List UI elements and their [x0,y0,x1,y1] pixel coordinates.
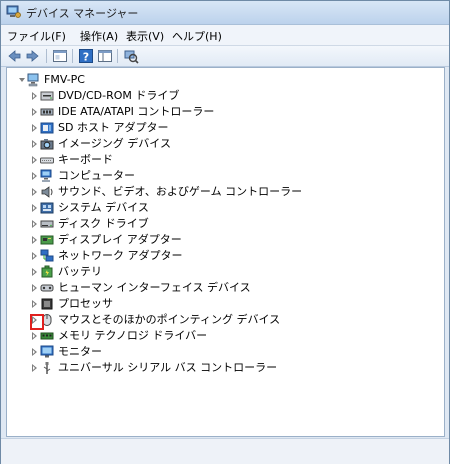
speaker-icon [41,186,53,198]
expand-arrow-icon[interactable] [32,188,37,196]
tree-item-label: システム デバイス [58,201,149,214]
menu-file[interactable]: ファイル(F) [7,28,66,44]
tree-item-row[interactable]: ネットワーク アダプター [7,248,442,264]
tree-item-row[interactable]: マウスとそのほかのポインティング デバイス [7,312,442,328]
display-adapter-icon [40,235,54,245]
tree-item-label: サウンド、ビデオ、およびゲーム コントローラー [58,185,303,198]
status-bar [1,438,449,464]
toolbar-separator [117,49,118,63]
network-adapter-icon [40,249,54,262]
computer-icon [27,73,39,87]
expand-arrow-icon[interactable] [32,252,37,260]
menu-view[interactable]: 表示(V) [126,28,164,44]
tree-root-label: FMV-PC [44,73,85,86]
system-device-icon [40,202,54,214]
tree-item-label: ユニバーサル シリアル バス コントローラー [58,361,278,374]
camera-icon [40,139,54,150]
expand-arrow-icon[interactable] [32,284,37,292]
tree-item-label: コンピューター [58,169,135,182]
tree-item-label: SD ホスト アダプター [58,121,169,134]
expand-arrow-icon[interactable] [32,268,37,276]
ide-controller-icon [40,108,54,116]
expand-arrow-icon[interactable] [32,140,37,148]
menu-bar: ファイル(F) 操作(A) 表示(V) ヘルプ(H) [1,25,449,46]
battery-icon [41,265,53,278]
menu-help[interactable]: ヘルプ(H) [172,28,222,44]
expand-arrow-icon[interactable] [32,236,37,244]
tree-item-row[interactable]: SD ホスト アダプター [7,120,442,136]
tree-item-label: メモリ テクノロジ ドライバー [58,329,208,342]
expand-arrow-icon[interactable] [32,92,37,100]
expand-arrow-icon[interactable] [32,364,37,372]
tree-item-label: DVD/CD-ROM ドライブ [58,89,180,102]
tree-item-label: ディスプレイ アダプター [58,233,182,246]
highlight-box [30,314,44,330]
expand-arrow-icon[interactable] [32,108,37,116]
tree-item-label: キーボード [58,153,113,166]
memory-icon [40,332,54,340]
expand-arrow-icon[interactable] [32,204,37,212]
title-bar: デバイス マネージャー [1,1,449,25]
device-tree-pane: FMV-PC DVD/CD-ROM ドライブ IDE ATA/ATAPI コントロ… [6,67,445,437]
svg-text:?: ? [83,51,89,64]
tree-item-row[interactable]: バッテリ [7,264,442,280]
expand-arrow-icon[interactable] [32,348,37,356]
tree-item-label: プロセッサ [58,297,113,310]
scan-hardware-icon[interactable] [123,48,139,64]
console-tree-icon[interactable] [97,48,113,64]
expand-arrow-icon[interactable] [32,124,37,132]
tree-item-label: ディスク ドライブ [58,217,149,230]
tree-item-label: IDE ATA/ATAPI コントローラー [58,105,215,118]
tree-item-label: バッテリ [58,265,102,278]
tree-item-row[interactable]: システム デバイス [7,200,442,216]
tree-item-row[interactable]: コンピューター [7,168,442,184]
tree-item-label: モニター [58,345,102,358]
monitor-icon [40,345,54,358]
expand-arrow-icon[interactable] [32,172,37,180]
window-title: デバイス マネージャー [26,7,139,20]
toolbar: ? [1,46,449,67]
tree-item-row[interactable]: プロセッサ [7,296,442,312]
expand-arrow-icon[interactable] [32,300,37,308]
expand-arrow-icon[interactable] [32,332,37,340]
tree-item-row[interactable]: ディスク ドライブ [7,216,442,232]
expand-arrow-icon[interactable] [32,220,37,228]
processor-icon [41,298,53,310]
computer-icon [40,169,52,182]
menu-action[interactable]: 操作(A) [80,28,118,44]
forward-button-icon[interactable] [25,48,41,64]
usb-icon [43,362,51,374]
tree-item-row[interactable]: DVD/CD-ROM ドライブ [7,88,442,104]
properties-window-icon[interactable] [52,48,68,64]
tree-item-label: ヒューマン インターフェイス デバイス [58,281,251,294]
hid-icon [40,284,54,292]
tree-item-row[interactable]: モニター [7,344,442,360]
device-manager-window: デバイス マネージャー ファイル(F) 操作(A) 表示(V) ヘルプ(H) ? [0,0,450,464]
tree-root-row[interactable]: FMV-PC [7,72,442,88]
toolbar-separator [72,49,73,63]
tree-item-row[interactable]: イメージング デバイス [7,136,442,152]
tree-item-row[interactable]: ユニバーサル シリアル バス コントローラー [7,360,442,376]
optical-drive-icon [40,91,54,101]
sd-host-icon [40,122,54,134]
tree-item-row[interactable]: ディスプレイ アダプター [7,232,442,248]
device-manager-icon [6,5,21,18]
tree-item-row[interactable]: サウンド、ビデオ、およびゲーム コントローラー [7,184,442,200]
tree-item-row[interactable]: ヒューマン インターフェイス デバイス [7,280,442,296]
tree-item-label: イメージング デバイス [58,137,171,150]
disk-drive-icon [40,220,54,228]
back-button-icon[interactable] [6,48,22,64]
tree-item-label: ネットワーク アダプター [58,249,183,262]
collapse-arrow-icon[interactable] [19,78,25,82]
tree-item-label: マウスとそのほかのポインティング デバイス [58,313,281,326]
help-icon[interactable]: ? [78,48,94,64]
keyboard-icon [40,157,54,164]
tree-item-row[interactable]: IDE ATA/ATAPI コントローラー [7,104,442,120]
expand-arrow-icon[interactable] [32,156,37,164]
tree-item-row[interactable]: メモリ テクノロジ ドライバー [7,328,442,344]
toolbar-separator [46,49,47,63]
tree-item-row[interactable]: キーボード [7,152,442,168]
